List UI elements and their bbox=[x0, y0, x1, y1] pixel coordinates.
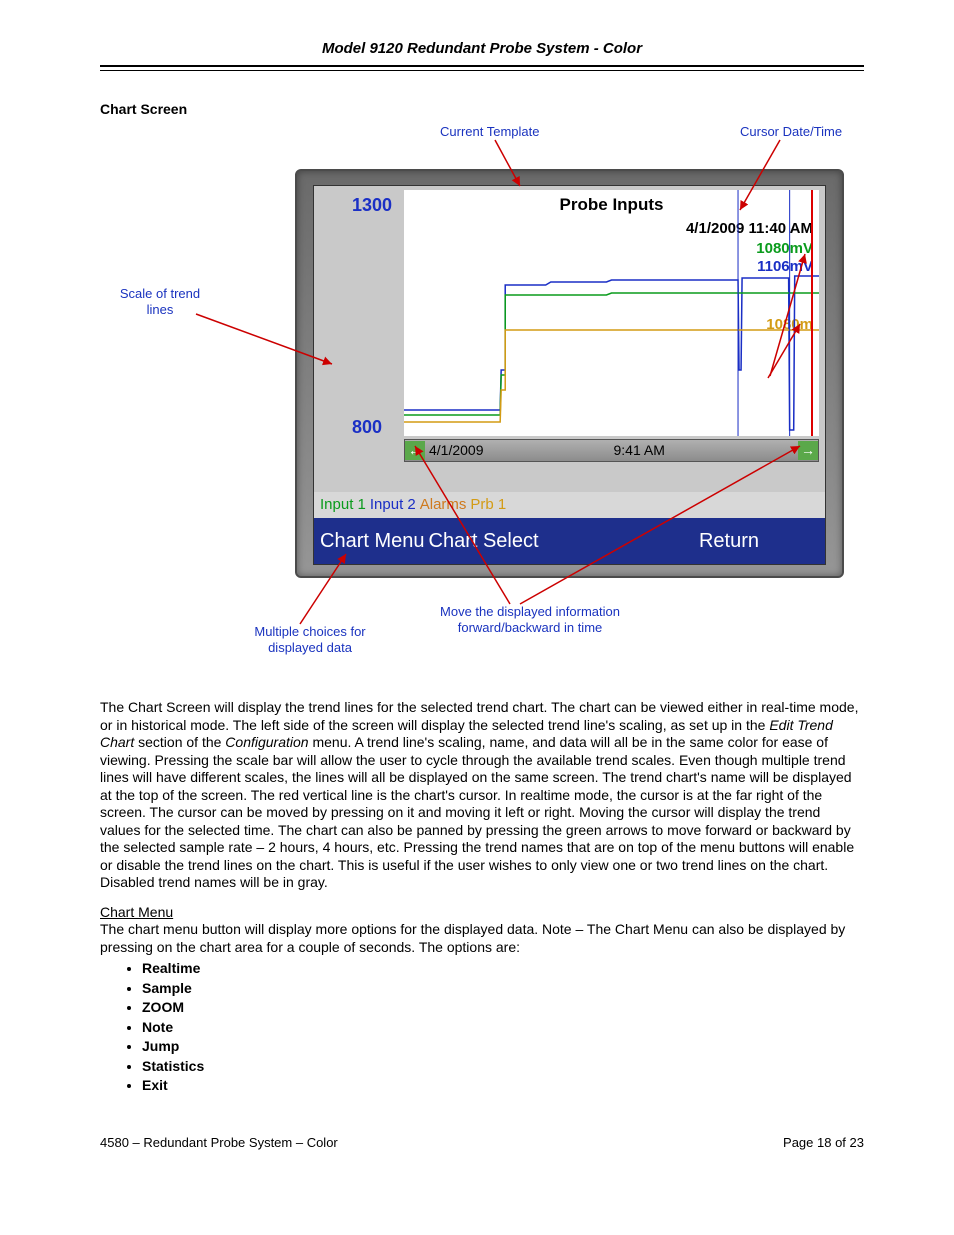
pan-left-button[interactable]: ← bbox=[405, 441, 425, 460]
chart-select-button[interactable]: Chart Select bbox=[429, 529, 539, 554]
opt-zoom: ZOOM bbox=[142, 999, 864, 1017]
device-frame: 1300 800 Probe Inputs 4/1/2009 11:40 AM … bbox=[295, 169, 844, 578]
time-bar: ← 4/1/2009 9:41 AM → bbox=[404, 439, 819, 462]
chart-cursor[interactable] bbox=[811, 190, 813, 436]
legend-alarms[interactable]: Alarms bbox=[420, 496, 471, 515]
opt-note: Note bbox=[142, 1019, 864, 1037]
section-title: Chart Screen bbox=[100, 101, 864, 119]
header-rule bbox=[100, 65, 864, 71]
annotated-figure: Current Template Cursor Date/Time Scale … bbox=[100, 124, 864, 689]
scale-min[interactable]: 800 bbox=[352, 416, 382, 439]
legend-input2[interactable]: Input 2 bbox=[370, 496, 420, 515]
chart-area[interactable]: Probe Inputs 4/1/2009 11:40 AM 1080mV 11… bbox=[404, 190, 819, 436]
chart-menu-heading-block: Chart Menu The chart menu button will di… bbox=[100, 904, 864, 957]
callout-move-time: Move the displayed informationforward/ba… bbox=[400, 604, 660, 635]
opt-realtime: Realtime bbox=[142, 960, 864, 978]
chart-menu-button[interactable]: Chart Menu bbox=[320, 529, 425, 554]
opt-sample: Sample bbox=[142, 980, 864, 998]
body-text: The Chart Screen will display the trend … bbox=[100, 699, 864, 1095]
menu-bar: Chart Menu Chart Select Return bbox=[314, 518, 825, 564]
page-footer: 4580 – Redundant Probe System – Color Pa… bbox=[100, 1135, 864, 1151]
opt-exit: Exit bbox=[142, 1077, 864, 1095]
device-screen: 1300 800 Probe Inputs 4/1/2009 11:40 AM … bbox=[313, 185, 826, 565]
opt-jump: Jump bbox=[142, 1038, 864, 1056]
footer-page: Page 18 of 23 bbox=[783, 1135, 864, 1151]
opt-statistics: Statistics bbox=[142, 1058, 864, 1076]
pan-right-button[interactable]: → bbox=[798, 441, 818, 460]
callout-scale: Scale of trendlines bbox=[100, 286, 220, 317]
paragraph-1: The Chart Screen will display the trend … bbox=[100, 699, 864, 892]
callout-current-template: Current Template bbox=[440, 124, 539, 140]
callout-cursor-datetime: Cursor Date/Time bbox=[740, 124, 842, 140]
time-end: 9:41 AM bbox=[614, 442, 799, 460]
trend-lines bbox=[404, 190, 819, 436]
legend-bar: Input 1 Input 2 Alarms Prb 1 bbox=[314, 492, 825, 518]
scale-max[interactable]: 1300 bbox=[352, 194, 392, 217]
footer-left: 4580 – Redundant Probe System – Color bbox=[100, 1135, 338, 1151]
return-button[interactable]: Return bbox=[699, 529, 759, 554]
legend-input1[interactable]: Input 1 bbox=[320, 496, 370, 515]
chart-menu-options: Realtime Sample ZOOM Note Jump Statistic… bbox=[142, 960, 864, 1095]
chart-panel: 1300 800 Probe Inputs 4/1/2009 11:40 AM … bbox=[314, 186, 825, 492]
page-header-title: Model 9120 Redundant Probe System - Colo… bbox=[100, 40, 864, 65]
chart-menu-heading: Chart Menu bbox=[100, 904, 173, 920]
callout-multiple-choices: Multiple choices fordisplayed data bbox=[230, 624, 390, 655]
legend-prb1[interactable]: Prb 1 bbox=[470, 496, 510, 515]
time-start: 4/1/2009 bbox=[429, 442, 614, 460]
